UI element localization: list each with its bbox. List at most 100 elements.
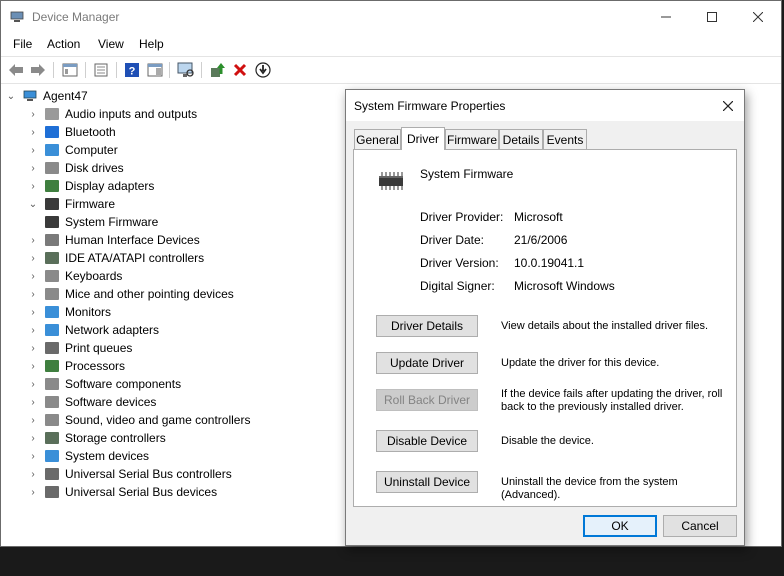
svg-text:?: ? bbox=[129, 66, 136, 78]
tab-details[interactable]: Details bbox=[499, 129, 543, 149]
expand-chevron-icon[interactable]: › bbox=[27, 343, 39, 354]
menu-bar: File Action View Help bbox=[1, 33, 781, 55]
close-button[interactable] bbox=[735, 1, 781, 33]
expand-chevron-icon[interactable]: › bbox=[27, 415, 39, 426]
tree-node-processors[interactable]: › Processors bbox=[27, 357, 125, 375]
update-driver-icon[interactable] bbox=[208, 61, 226, 79]
tree-node-human-interface-devices[interactable]: › Human Interface Devices bbox=[27, 231, 199, 249]
collapse-chevron-icon[interactable]: ⌄ bbox=[5, 91, 17, 102]
tree-node-bluetooth[interactable]: › Bluetooth bbox=[27, 123, 115, 141]
tree-node-label: Print queues bbox=[65, 341, 133, 355]
expand-chevron-icon[interactable]: › bbox=[27, 361, 39, 372]
collapse-chevron-icon[interactable]: ⌄ bbox=[27, 199, 39, 210]
expand-chevron-icon[interactable]: › bbox=[27, 397, 39, 408]
tree-node-label: Universal Serial Bus devices bbox=[65, 485, 218, 499]
expand-chevron-icon[interactable]: › bbox=[27, 163, 39, 174]
tree-node-audio-inputs-and-outputs[interactable]: › Audio inputs and outputs bbox=[27, 105, 197, 123]
expand-chevron-icon[interactable]: › bbox=[27, 271, 39, 282]
properties-icon[interactable] bbox=[92, 61, 110, 79]
expand-chevron-icon[interactable]: › bbox=[27, 433, 39, 444]
tree-node-display-adapters[interactable]: › Display adapters bbox=[27, 177, 154, 195]
expand-chevron-icon[interactable]: › bbox=[27, 307, 39, 318]
show-hide-tree-icon[interactable] bbox=[61, 61, 79, 79]
tree-node-computer[interactable]: › Computer bbox=[27, 141, 117, 159]
tree-node-software-components[interactable]: › Software components bbox=[27, 375, 181, 393]
expand-chevron-icon[interactable]: › bbox=[27, 253, 39, 264]
tree-node-disk-drives[interactable]: › Disk drives bbox=[27, 159, 123, 177]
tree-node-sound-video-and-game-controllers[interactable]: › Sound, video and game controllers bbox=[27, 411, 250, 429]
tab-general[interactable]: General bbox=[354, 129, 401, 149]
usb-icon bbox=[45, 468, 59, 480]
expand-chevron-icon[interactable]: › bbox=[27, 469, 39, 480]
tree-node-print-queues[interactable]: › Print queues bbox=[27, 339, 132, 357]
tree-node-system-firmware[interactable]: System Firmware bbox=[45, 213, 158, 231]
cancel-button[interactable]: Cancel bbox=[663, 515, 737, 537]
menu-help[interactable]: Help bbox=[139, 37, 164, 51]
forward-arrow-icon[interactable] bbox=[29, 61, 47, 79]
expand-chevron-icon[interactable]: › bbox=[27, 451, 39, 462]
expand-chevron-icon[interactable]: › bbox=[27, 289, 39, 300]
ok-button[interactable]: OK bbox=[583, 515, 657, 537]
disk-drive-icon bbox=[45, 162, 59, 174]
tree-node-mice-and-other-pointing-devices[interactable]: › Mice and other pointing devices bbox=[27, 285, 233, 303]
update-driver-button[interactable]: Update Driver bbox=[376, 352, 478, 374]
minimize-button[interactable] bbox=[643, 1, 689, 33]
tree-node-label: System devices bbox=[65, 449, 150, 463]
roll-back-driver-desc: If the device fails after updating the d… bbox=[501, 388, 723, 413]
tree-root[interactable]: ⌄ Agent47 bbox=[5, 87, 88, 105]
dialog-title-bar[interactable]: System Firmware Properties bbox=[346, 90, 744, 121]
tab-driver[interactable]: Driver bbox=[401, 127, 445, 150]
tree-node-software-devices[interactable]: › Software devices bbox=[27, 393, 156, 411]
roll-back-driver-button[interactable]: Roll Back Driver bbox=[376, 389, 478, 411]
help-icon[interactable]: ? bbox=[123, 61, 141, 79]
title-bar[interactable]: Device Manager bbox=[1, 1, 781, 33]
tree-node-label: Monitors bbox=[65, 305, 112, 319]
menu-action[interactable]: Action bbox=[47, 37, 80, 51]
uninstall-device-button[interactable]: Uninstall Device bbox=[376, 471, 478, 493]
tree-node-label: Software devices bbox=[65, 395, 157, 409]
expand-chevron-icon[interactable]: › bbox=[27, 127, 39, 138]
tree-node-network-adapters[interactable]: › Network adapters bbox=[27, 321, 159, 339]
firmware-chip-icon bbox=[45, 216, 59, 228]
maximize-button[interactable] bbox=[689, 1, 735, 33]
uninstall-icon[interactable] bbox=[231, 61, 249, 79]
tree-node-monitors[interactable]: › Monitors bbox=[27, 303, 111, 321]
menu-view[interactable]: View bbox=[98, 37, 124, 51]
disable-device-button[interactable]: Disable Device bbox=[376, 430, 478, 452]
tab-events[interactable]: Events bbox=[543, 129, 587, 149]
expand-chevron-icon[interactable]: › bbox=[27, 379, 39, 390]
tree-node-system-devices[interactable]: › System devices bbox=[27, 447, 149, 465]
back-arrow-icon[interactable] bbox=[7, 61, 25, 79]
driver-details-button[interactable]: Driver Details bbox=[376, 315, 478, 337]
driver-details-desc: View details about the installed driver … bbox=[501, 320, 709, 332]
expand-chevron-icon[interactable]: › bbox=[27, 145, 39, 156]
scan-hardware-icon[interactable] bbox=[177, 61, 195, 79]
tab-firmware[interactable]: Firmware bbox=[445, 129, 499, 149]
tree-node-universal-serial-bus-devices[interactable]: › Universal Serial Bus devices bbox=[27, 483, 217, 501]
software-device-icon bbox=[45, 396, 59, 408]
sound-icon bbox=[45, 414, 59, 426]
driver-provider-value: Microsoft bbox=[514, 210, 563, 224]
display-adapter-icon bbox=[45, 180, 59, 192]
expand-chevron-icon[interactable]: › bbox=[27, 181, 39, 192]
driver-date-value: 21/6/2006 bbox=[514, 233, 568, 247]
tree-node-ide-ata-atapi-controllers[interactable]: › IDE ATA/ATAPI controllers bbox=[27, 249, 204, 267]
disable-device-icon[interactable] bbox=[254, 61, 272, 79]
keyboard-icon bbox=[45, 270, 59, 282]
expand-chevron-icon[interactable]: › bbox=[27, 235, 39, 246]
hid-icon bbox=[45, 234, 59, 246]
tree-node-firmware[interactable]: ⌄ Firmware bbox=[27, 195, 115, 213]
tree-node-storage-controllers[interactable]: › Storage controllers bbox=[27, 429, 165, 447]
expand-chevron-icon[interactable]: › bbox=[27, 487, 39, 498]
expand-chevron-icon[interactable]: › bbox=[27, 109, 39, 120]
tree-node-keyboards[interactable]: › Keyboards bbox=[27, 267, 122, 285]
uninstall-device-desc: Uninstall the device from the system (Ad… bbox=[501, 476, 678, 501]
printer-icon bbox=[45, 342, 59, 354]
close-icon bbox=[723, 100, 733, 111]
dialog-close-button[interactable] bbox=[712, 90, 744, 121]
expand-chevron-icon[interactable]: › bbox=[27, 325, 39, 336]
menu-file[interactable]: File bbox=[13, 37, 32, 51]
action-pane-icon[interactable] bbox=[146, 61, 164, 79]
usb-icon bbox=[45, 486, 59, 498]
tree-node-universal-serial-bus-controllers[interactable]: › Universal Serial Bus controllers bbox=[27, 465, 231, 483]
